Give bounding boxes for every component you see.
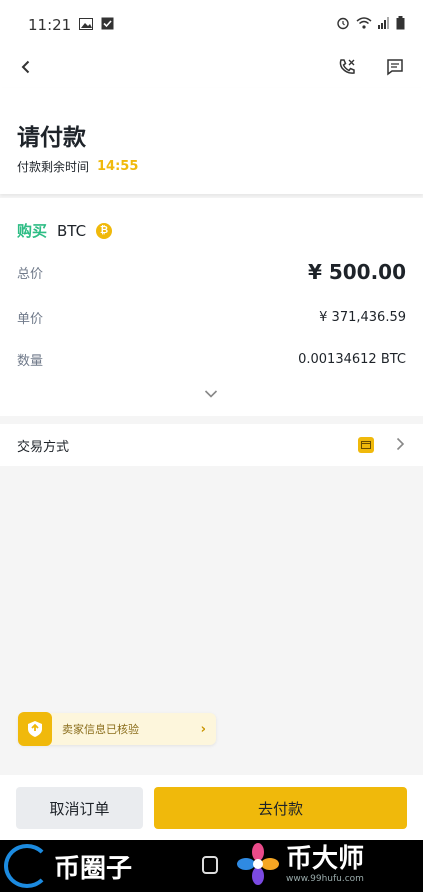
- payment-card-icon: [358, 437, 374, 453]
- go-pay-button[interactable]: 去付款: [154, 787, 407, 829]
- bitcoin-icon: ₿: [96, 222, 113, 239]
- seller-verified-banner[interactable]: 卖家信息已核验 ›: [18, 712, 216, 746]
- order-asset: BTC: [57, 221, 87, 240]
- watermark-bar: 币圈子 币大师 www.99hufu.com: [0, 840, 423, 892]
- status-right: [336, 16, 405, 34]
- page-title: 请付款: [17, 125, 86, 151]
- back-arrow-icon[interactable]: [18, 59, 34, 79]
- left-brand-logo-icon: [4, 844, 50, 888]
- unit-price-row: 单价 ¥ 371,436.59: [17, 308, 406, 327]
- battery-icon: [396, 16, 405, 34]
- chevron-down-icon[interactable]: [204, 384, 218, 403]
- payment-method-row[interactable]: 交易方式: [0, 424, 423, 466]
- check-square-icon: [101, 16, 114, 34]
- nav-bar: [0, 50, 423, 88]
- total-price-row: 总价 ¥ 500.00: [17, 260, 406, 284]
- status-left: 11:21: [28, 16, 114, 34]
- action-bar: 取消订单 去付款: [0, 775, 423, 840]
- right-brand-text: 币大师: [286, 844, 365, 874]
- gallery-icon: [79, 16, 94, 34]
- payment-method-label: 交易方式: [17, 439, 70, 455]
- payment-method-right: [358, 436, 405, 455]
- home-button-icon[interactable]: [202, 856, 218, 874]
- total-price-label: 总价: [17, 266, 44, 282]
- quantity-value: 0.00134612 BTC: [298, 352, 406, 367]
- right-brand-url: www.99hufu.com: [286, 874, 364, 884]
- countdown-row: 付款剩余时间 14:55: [17, 158, 138, 175]
- nav-actions: [337, 57, 405, 81]
- payment-header: 请付款 付款剩余时间 14:55: [0, 88, 423, 194]
- countdown-value: 14:55: [97, 159, 139, 174]
- right-watermark: 币大师 www.99hufu.com: [236, 842, 364, 886]
- order-details: 购买 BTC ₿ 总价 ¥ 500.00 单价 ¥ 371,436.59 数量 …: [0, 198, 423, 416]
- verified-shield-icon: [18, 712, 52, 746]
- order-side-row: 购买 BTC ₿: [17, 220, 113, 241]
- chevron-right-icon: [396, 436, 405, 455]
- unit-price-value: ¥ 371,436.59: [319, 310, 406, 325]
- left-watermark: 币圈子: [4, 844, 132, 888]
- status-bar: 11:21: [0, 0, 423, 50]
- countdown-label: 付款剩余时间: [17, 160, 90, 174]
- unit-price-label: 单价: [17, 312, 44, 327]
- flower-logo-icon: [236, 842, 280, 886]
- phone-icon[interactable]: [337, 57, 357, 81]
- wifi-icon: [356, 17, 372, 33]
- alarm-icon: [336, 16, 350, 34]
- total-price-value: ¥ 500.00: [307, 260, 406, 284]
- status-time: 11:21: [28, 16, 72, 34]
- right-brand-text-group: 币大师 www.99hufu.com: [286, 844, 364, 884]
- signal-icon: [378, 17, 390, 33]
- quantity-label: 数量: [17, 354, 44, 369]
- chat-icon[interactable]: [385, 57, 405, 81]
- quantity-row: 数量 0.00134612 BTC: [17, 350, 406, 369]
- chevron-right-small-icon: ›: [200, 721, 206, 737]
- left-brand-text: 币圈子: [54, 853, 133, 884]
- order-side: 购买: [17, 222, 48, 240]
- seller-verified-text: 卖家信息已核验: [62, 723, 139, 736]
- cancel-order-button[interactable]: 取消订单: [16, 787, 143, 829]
